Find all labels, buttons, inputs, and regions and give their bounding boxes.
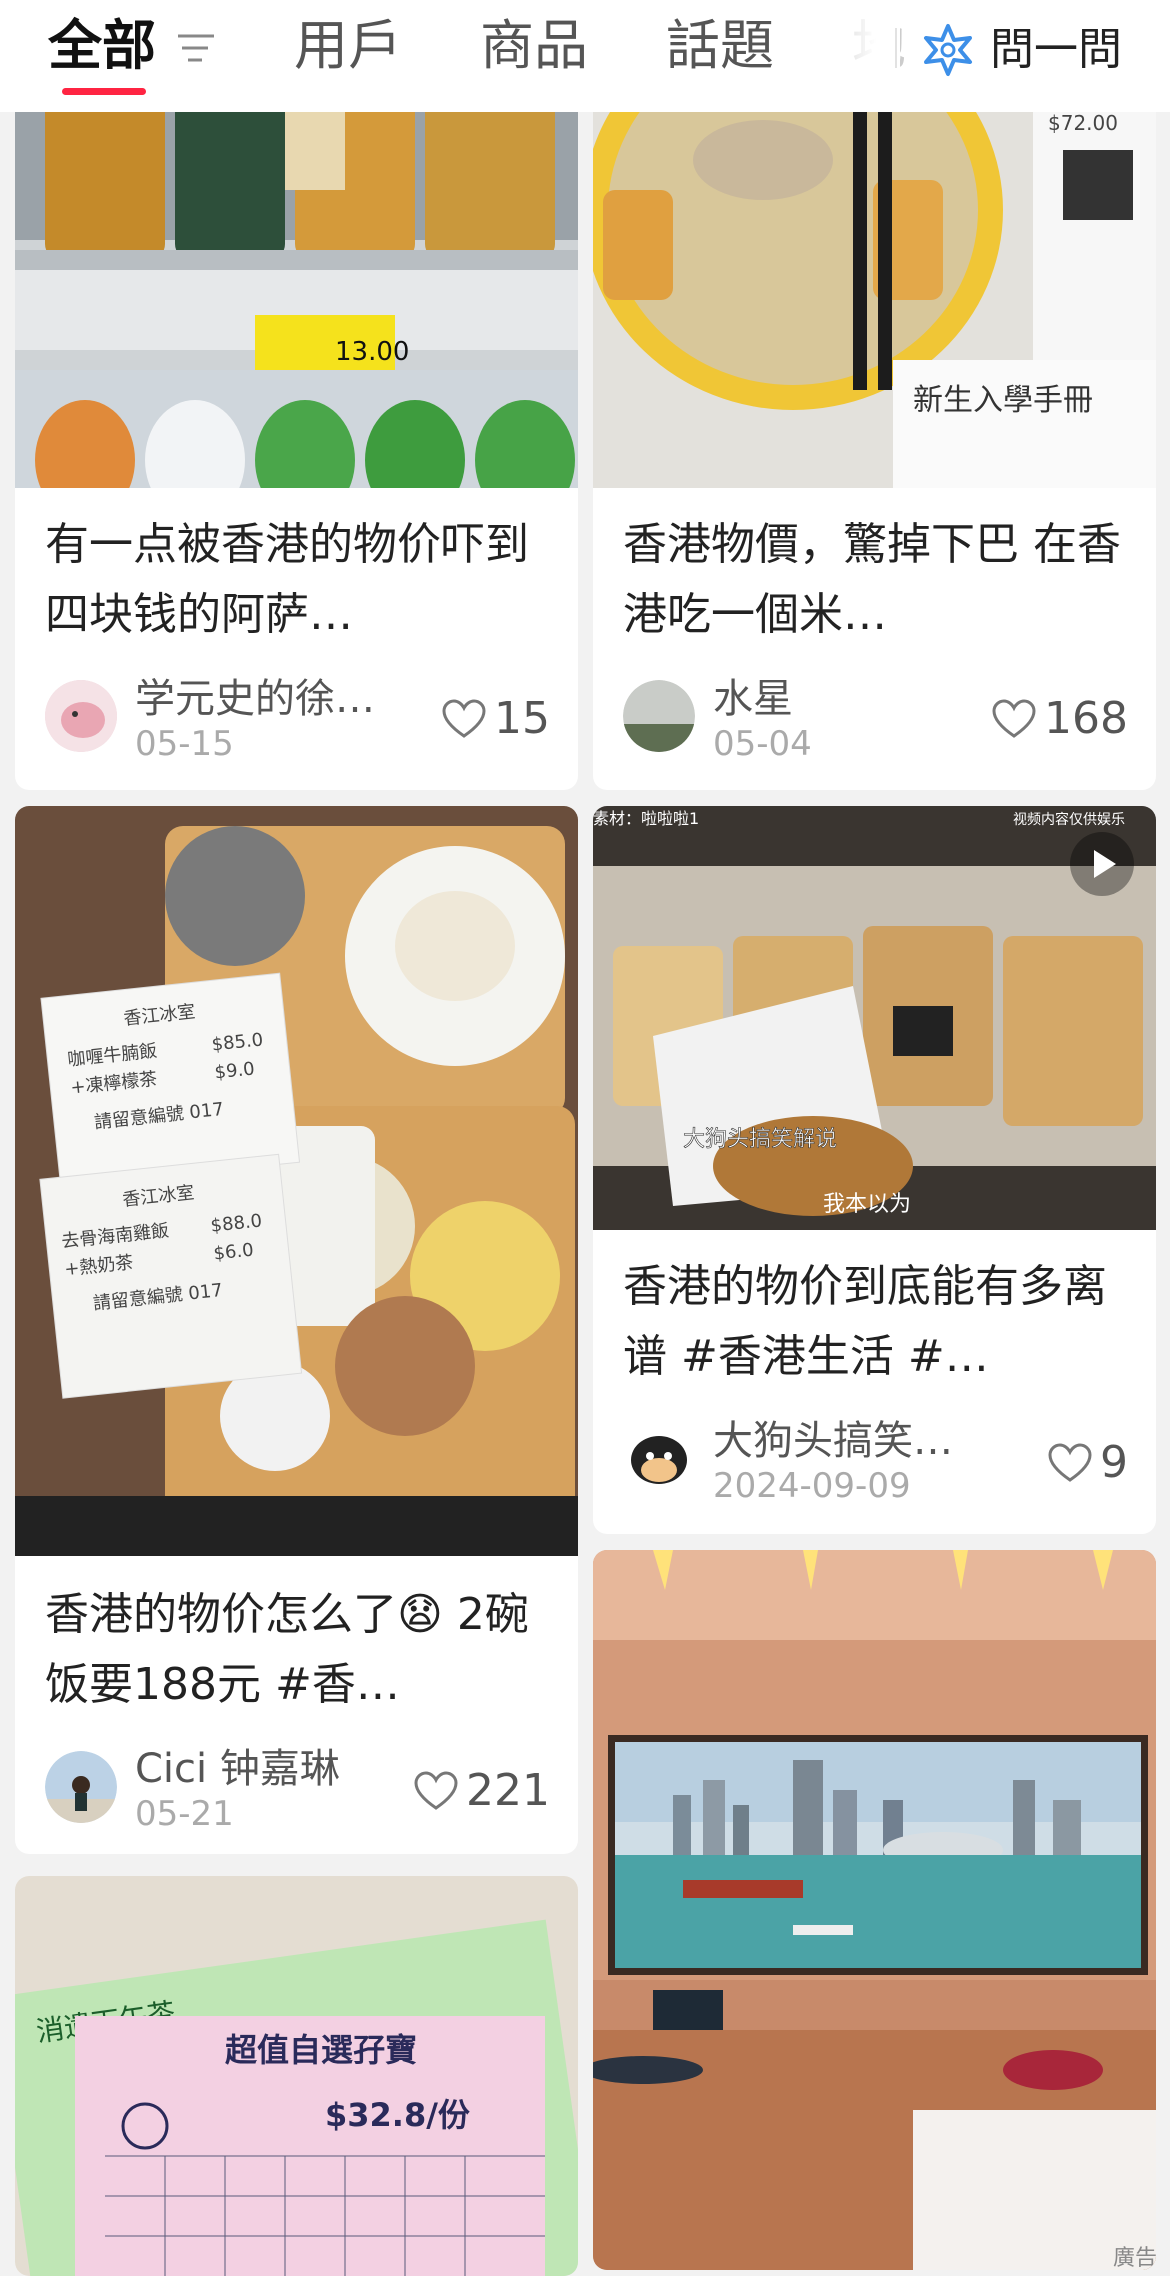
post-card[interactable]: 廣告 (593, 1550, 1156, 2270)
ask-button[interactable]: 問一問 (910, 10, 1170, 90)
post-date: 2024-09-09 (713, 1466, 911, 1506)
heart-icon (992, 699, 1036, 738)
receipt-price-a2: $9.0 (214, 1058, 256, 1083)
author-name: 学元史的徐… (135, 676, 375, 722)
menu-price: $32.8/份 (325, 2096, 470, 2134)
post-card[interactable]: 香江冰室 咖喱牛腩飯 $85.0 +凍檸檬茶 $9.0 請留意編號 017 香江… (15, 806, 578, 1854)
active-tab-indicator (62, 88, 146, 95)
post-image-tea-menu: 消遣下午茶 超值自選孖寶 $32.8/份 (15, 1876, 578, 2276)
like-count-value: 168 (1044, 693, 1128, 744)
ask-divider (895, 28, 897, 68)
post-title: 香港物價，驚掉下巴 在香港吃一個米… (623, 519, 1121, 640)
menu-title: 超值自選孖寶 (225, 2031, 417, 2069)
play-icon (1094, 850, 1116, 878)
video-overlay-right: 视频内容仅供娱乐 (1013, 811, 1125, 828)
like-count[interactable]: 15 (442, 694, 550, 744)
avatar (623, 680, 695, 752)
author-name: 大狗头搞笑… (713, 1418, 953, 1464)
post-card[interactable]: $72.00 新生入學手冊 香港物價，驚掉下巴 在香港吃一個米… 水星 05-0… (593, 40, 1156, 790)
ask-label: 問一問 (990, 24, 1122, 75)
ask-star-icon (924, 24, 972, 76)
post-date: 05-04 (713, 724, 812, 764)
top-tab-bar: 全部 用戶 商品 話題 地 問一問 (0, 0, 1170, 112)
heart-icon (1048, 1443, 1092, 1482)
tab-all[interactable]: 全部 (48, 14, 156, 78)
like-count[interactable]: 168 (992, 694, 1128, 744)
post-image-bread-video: 大狗头搞笑解说 我本以为 素材：啦啦啦1 视频内容仅供娱乐 (593, 806, 1156, 1230)
tab-products[interactable]: 商品 (480, 14, 588, 78)
like-count[interactable]: 221 (414, 1766, 550, 1816)
ad-corner-label: 廣告 (1113, 2246, 1156, 2270)
heart-icon (442, 699, 486, 738)
play-button[interactable] (1070, 832, 1134, 896)
post-title: 香港的物价怎么了😧 2碗饭要188元 #香… (45, 1589, 529, 1710)
post-date: 05-21 (135, 1794, 234, 1834)
avatar (45, 680, 117, 752)
tab-overflow-fade (820, 0, 900, 112)
booklet-text: 新生入學手冊 (913, 383, 1093, 418)
tab-topics[interactable]: 話題 (666, 14, 774, 78)
avatar (623, 1422, 695, 1494)
receipt-price-b2: $6.0 (213, 1239, 255, 1264)
post-title: 有一点被香港的物价吓到 四块钱的阿萨… (45, 519, 529, 640)
filter-icon[interactable] (174, 30, 218, 66)
post-image-harbour-view: 廣告 (593, 1550, 1156, 2270)
price-tag-text: 13.00 (335, 337, 409, 367)
post-image-meal-receipts: 香江冰室 咖喱牛腩飯 $85.0 +凍檸檬茶 $9.0 請留意編號 017 香江… (15, 806, 578, 1556)
receipt-price-text: $72.00 (1048, 111, 1118, 135)
like-count-value: 15 (494, 693, 550, 744)
post-card[interactable]: 消遣下午茶 超值自選孖寶 $32.8/份 (15, 1876, 578, 2276)
like-count-value: 221 (466, 1765, 550, 1816)
like-count-value: 9 (1100, 1437, 1128, 1488)
video-caption-2: 我本以为 (823, 1192, 911, 1217)
video-overlay-left: 素材：啦啦啦1 (593, 809, 699, 828)
author-name: 水星 (713, 676, 793, 722)
tab-users[interactable]: 用戶 (294, 14, 402, 78)
post-date: 05-15 (135, 724, 234, 764)
post-title: 香港的物价到底能有多离谱 #香港生活 #… (623, 1261, 1107, 1382)
post-card[interactable]: 13.00 有一点被香港的物价吓到 四块钱的阿萨… 学元史的徐… 05-15 1… (15, 40, 578, 790)
author-name: Cici 钟嘉琳 (135, 1746, 340, 1792)
heart-icon (414, 1771, 458, 1810)
avatar (45, 1751, 117, 1823)
like-count[interactable]: 9 (1048, 1438, 1128, 1488)
post-card[interactable]: 大狗头搞笑解说 我本以为 素材：啦啦啦1 视频内容仅供娱乐 香港的物价到底能有多… (593, 806, 1156, 1534)
video-caption-1: 大狗头搞笑解说 (683, 1127, 837, 1152)
